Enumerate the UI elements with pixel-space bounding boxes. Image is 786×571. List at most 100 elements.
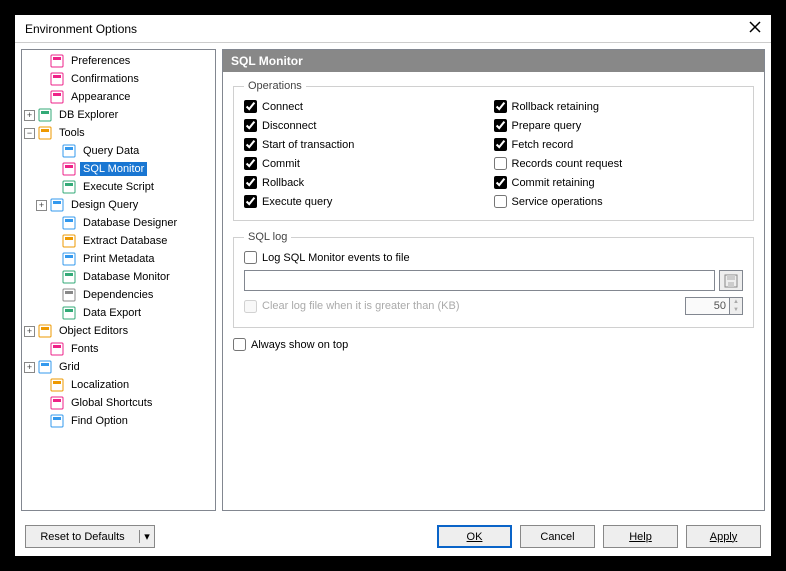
- dropdown-arrow-icon[interactable]: ▾: [139, 530, 154, 543]
- no-expand: [48, 164, 59, 175]
- apply-button[interactable]: Apply: [686, 525, 761, 548]
- log-to-file-label: Log SQL Monitor events to file: [262, 252, 410, 264]
- tree-item-appearance[interactable]: Appearance: [22, 88, 215, 106]
- tree-item-confirmations[interactable]: Confirmations: [22, 70, 215, 88]
- tree-item-db-explorer[interactable]: + DB Explorer: [22, 106, 215, 124]
- expand-icon[interactable]: +: [24, 362, 35, 373]
- tree-item-sql-monitor[interactable]: SQL Monitor: [22, 160, 215, 178]
- tree-item-global-shortcuts[interactable]: Global Shortcuts: [22, 394, 215, 412]
- op-checkbox[interactable]: [244, 119, 257, 132]
- op-commit-retaining[interactable]: Commit retaining: [494, 176, 744, 189]
- op-checkbox[interactable]: [494, 195, 507, 208]
- help-button[interactable]: Help: [603, 525, 678, 548]
- content-panel: SQL Monitor Operations ConnectDisconnect…: [222, 49, 765, 511]
- tree-item-design-query[interactable]: + Design Query: [22, 196, 215, 214]
- op-checkbox[interactable]: [494, 119, 507, 132]
- titlebar: Environment Options: [15, 15, 771, 43]
- reset-defaults-button[interactable]: Reset to Defaults ▾: [25, 525, 155, 548]
- content-title: SQL Monitor: [223, 50, 764, 72]
- ok-button[interactable]: OK: [437, 525, 512, 548]
- op-rollback[interactable]: Rollback: [244, 176, 494, 189]
- op-checkbox[interactable]: [244, 176, 257, 189]
- op-checkbox[interactable]: [244, 157, 257, 170]
- op-commit[interactable]: Commit: [244, 157, 494, 170]
- tree-item-object-editors[interactable]: +Object Editors: [22, 322, 215, 340]
- tree-item-extract-database[interactable]: Extract Database: [22, 232, 215, 250]
- log-to-file-input[interactable]: [244, 251, 257, 264]
- loc-icon: [49, 377, 65, 393]
- tree-item-data-export[interactable]: Data Export: [22, 304, 215, 322]
- no-expand: [48, 272, 59, 283]
- tree-item-label: Database Monitor: [80, 270, 173, 284]
- tree-item-label: DB Explorer: [56, 108, 121, 122]
- op-start-of-transaction[interactable]: Start of transaction: [244, 138, 494, 151]
- op-label: Disconnect: [262, 120, 316, 132]
- op-checkbox[interactable]: [244, 138, 257, 151]
- tree-item-label: Data Export: [80, 306, 144, 320]
- tree-item-label: Database Designer: [80, 216, 180, 230]
- always-on-top-checkbox[interactable]: Always show on top: [233, 338, 754, 351]
- app-icon: [49, 89, 65, 105]
- op-checkbox[interactable]: [244, 100, 257, 113]
- op-checkbox[interactable]: [494, 100, 507, 113]
- oe-icon: [37, 323, 53, 339]
- expand-icon[interactable]: +: [24, 110, 35, 121]
- tools-icon: [37, 125, 53, 141]
- tree-item-label: Design Query: [68, 198, 141, 212]
- op-service-operations[interactable]: Service operations: [494, 195, 744, 208]
- operations-group: Operations ConnectDisconnectStart of tra…: [233, 80, 754, 221]
- tree-item-tools[interactable]: −Tools: [22, 124, 215, 142]
- clear-log-size-spinner: ▲▼: [685, 297, 743, 315]
- tree-item-label: Extract Database: [80, 234, 170, 248]
- no-expand: [48, 308, 59, 319]
- expand-icon[interactable]: +: [24, 326, 35, 337]
- tree-item-query-data[interactable]: Query Data: [22, 142, 215, 160]
- tree-item-grid[interactable]: + Grid: [22, 358, 215, 376]
- op-checkbox[interactable]: [494, 138, 507, 151]
- op-execute-query[interactable]: Execute query: [244, 195, 494, 208]
- tree-item-print-metadata[interactable]: Print Metadata: [22, 250, 215, 268]
- tree-item-find-option[interactable]: Find Option: [22, 412, 215, 430]
- no-expand: [48, 218, 59, 229]
- always-on-top-input[interactable]: [233, 338, 246, 351]
- op-prepare-query[interactable]: Prepare query: [494, 119, 744, 132]
- tree-item-database-designer[interactable]: Database Designer: [22, 214, 215, 232]
- op-records-count-request[interactable]: Records count request: [494, 157, 744, 170]
- tree-item-label: Preferences: [68, 54, 133, 68]
- close-icon[interactable]: [749, 21, 761, 36]
- op-checkbox[interactable]: [244, 195, 257, 208]
- always-on-top-label: Always show on top: [251, 339, 348, 351]
- op-rollback-retaining[interactable]: Rollback retaining: [494, 100, 744, 113]
- op-label: Rollback: [262, 177, 304, 189]
- tree-item-database-monitor[interactable]: Database Monitor: [22, 268, 215, 286]
- no-expand: [36, 344, 47, 355]
- cancel-button[interactable]: Cancel: [520, 525, 595, 548]
- sqllog-legend: SQL log: [244, 231, 291, 243]
- log-file-path-input[interactable]: [244, 270, 715, 291]
- log-to-file-checkbox[interactable]: Log SQL Monitor events to file: [244, 251, 743, 264]
- save-icon: [724, 274, 738, 288]
- op-checkbox[interactable]: [494, 157, 507, 170]
- op-label: Commit: [262, 158, 300, 170]
- collapse-icon[interactable]: −: [24, 128, 35, 139]
- tree-item-fonts[interactable]: Fonts: [22, 340, 215, 358]
- tree-item-label: Grid: [56, 360, 83, 374]
- tree-item-execute-script[interactable]: Execute Script: [22, 178, 215, 196]
- op-connect[interactable]: Connect: [244, 100, 494, 113]
- nav-tree[interactable]: Preferences ConfirmationsAppearance + DB Ex…: [21, 49, 216, 511]
- tree-item-preferences[interactable]: Preferences: [22, 52, 215, 70]
- op-checkbox[interactable]: [494, 176, 507, 189]
- tree-item-localization[interactable]: Localization: [22, 376, 215, 394]
- sql-icon: [61, 161, 77, 177]
- tree-item-label: Execute Script: [80, 180, 157, 194]
- op-label: Prepare query: [512, 120, 582, 132]
- tree-item-dependencies[interactable]: Dependencies: [22, 286, 215, 304]
- op-disconnect[interactable]: Disconnect: [244, 119, 494, 132]
- browse-button[interactable]: [719, 270, 743, 291]
- tree-item-label: Find Option: [68, 414, 131, 428]
- sqllog-group: SQL log Log SQL Monitor events to file: [233, 231, 754, 328]
- footer: Reset to Defaults ▾ OK Cancel Help Apply: [15, 517, 771, 556]
- op-fetch-record[interactable]: Fetch record: [494, 138, 744, 151]
- expand-icon[interactable]: +: [36, 200, 47, 211]
- spin-up-icon: ▲: [730, 298, 742, 306]
